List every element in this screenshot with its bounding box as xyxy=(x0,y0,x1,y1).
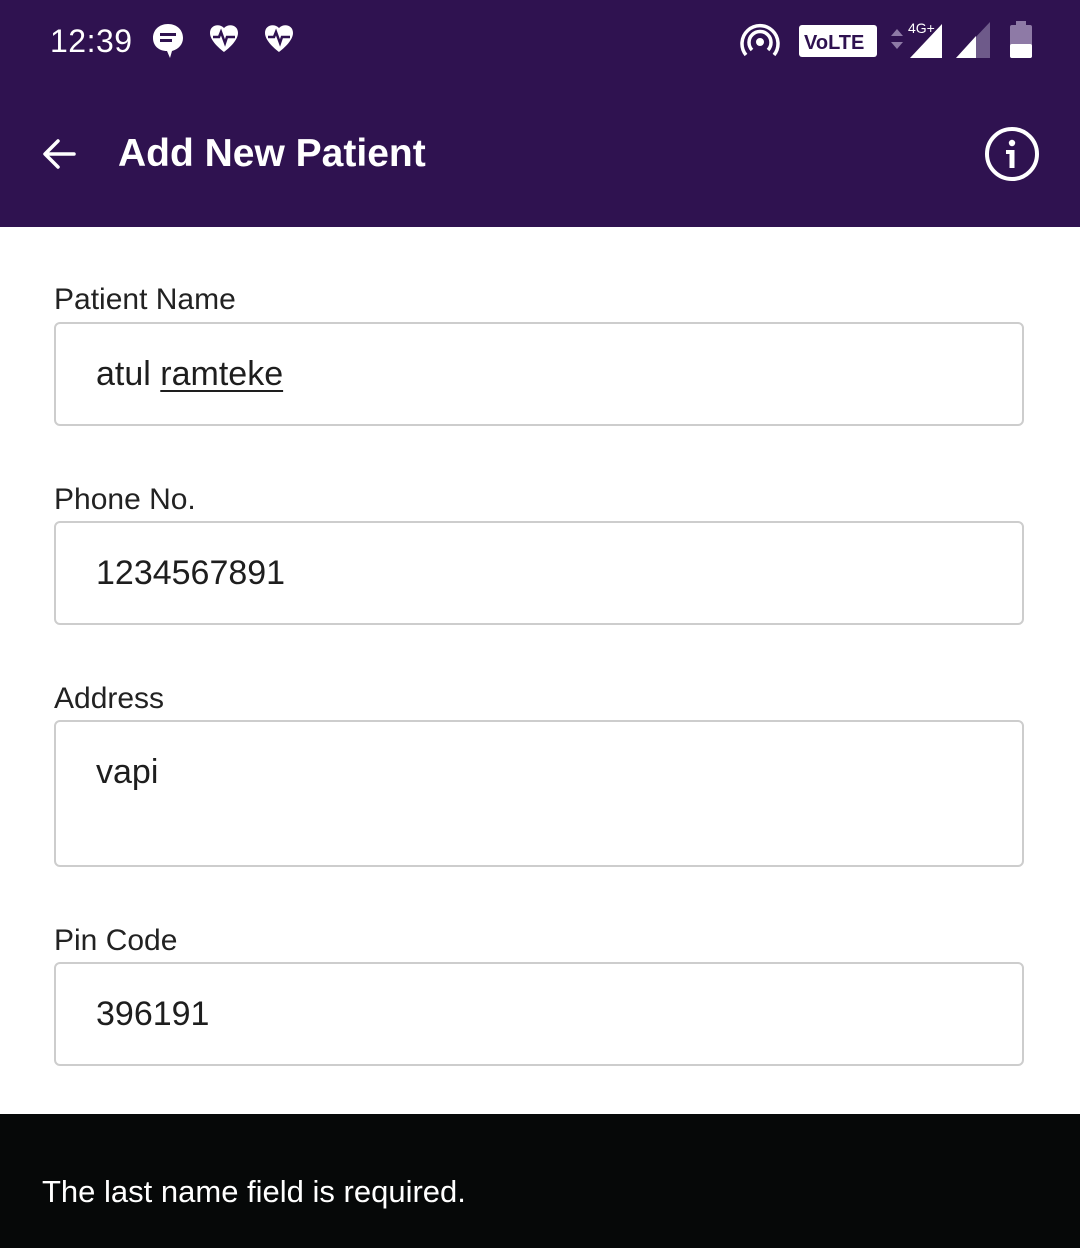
back-button[interactable] xyxy=(36,130,84,178)
address-label: Address xyxy=(54,682,165,715)
phone-label: Phone No. xyxy=(54,483,196,516)
status-bar: 12:39 VoLTE 4G+ xyxy=(0,0,1080,82)
signal-icon xyxy=(956,22,990,58)
app-bar: Add New Patient xyxy=(0,82,1080,227)
snackbar-message: The last name field is required. xyxy=(42,1174,466,1209)
pin-code-field[interactable]: 396191 xyxy=(54,962,1024,1066)
pin-code-label: Pin Code xyxy=(54,924,178,957)
snackbar: The last name field is required. xyxy=(0,1114,1080,1248)
phone-value: 1234567891 xyxy=(96,554,286,592)
hotspot-icon xyxy=(740,24,780,57)
volte-icon: VoLTE xyxy=(799,25,877,57)
status-time: 12:39 xyxy=(50,23,133,59)
arrow-left-icon xyxy=(43,139,76,169)
address-value: vapi xyxy=(96,753,159,791)
info-button[interactable] xyxy=(982,124,1042,184)
heartbeat-icon xyxy=(210,25,238,52)
volte-label: VoLTE xyxy=(804,32,864,54)
patient-name-label: Patient Name xyxy=(54,283,236,316)
address-field[interactable]: vapi xyxy=(54,720,1024,867)
patient-name-second: ramteke xyxy=(160,355,284,393)
signal-4g-icon: 4G+ xyxy=(908,20,942,58)
patient-name-first: atul xyxy=(96,355,151,393)
pin-code-value: 396191 xyxy=(96,995,210,1033)
info-icon xyxy=(985,127,1039,181)
phone-field[interactable]: 1234567891 xyxy=(54,521,1024,625)
network-label: 4G+ xyxy=(908,20,935,36)
heartbeat-icon xyxy=(265,25,293,52)
data-activity-icon xyxy=(891,29,903,49)
patient-name-value: atul ramteke xyxy=(96,354,283,394)
battery-icon xyxy=(1010,21,1032,58)
patient-name-field[interactable]: atul ramteke xyxy=(54,322,1024,426)
chat-bubble-icon xyxy=(153,24,183,58)
page-title: Add New Patient xyxy=(118,132,426,175)
